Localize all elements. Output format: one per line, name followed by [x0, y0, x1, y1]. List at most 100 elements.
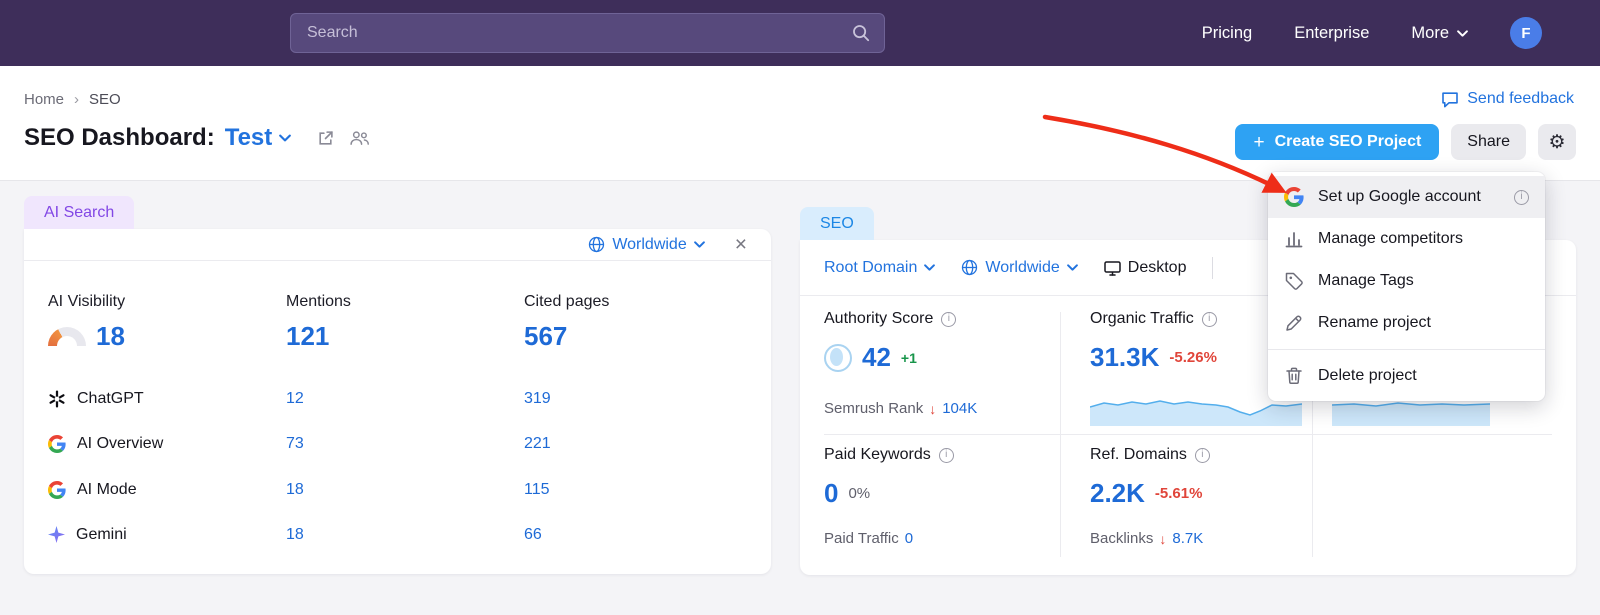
menu-item-rename-project[interactable]: Rename project — [1268, 302, 1545, 344]
ai-row-mentions[interactable]: 18 — [286, 512, 304, 557]
ai-visibility-value: 18 — [48, 321, 125, 352]
ai-row-mentions[interactable]: 73 — [286, 421, 304, 466]
create-seo-project-label: Create SEO Project — [1275, 133, 1422, 151]
create-seo-project-button[interactable]: + Create SEO Project — [1235, 124, 1439, 160]
chevron-down-icon — [279, 134, 291, 142]
search-icon[interactable] — [838, 14, 884, 52]
share-users-icon[interactable] — [349, 130, 370, 146]
menu-item-label: Manage competitors — [1318, 230, 1463, 248]
globe-icon — [961, 259, 978, 276]
title-icon-group — [317, 130, 370, 147]
paid-keywords-value: 0 0% — [824, 478, 870, 509]
ai-row-label-text: AI Overview — [77, 435, 163, 453]
share-button[interactable]: Share — [1451, 124, 1526, 160]
menu-item-manage-tags[interactable]: Manage Tags — [1268, 260, 1545, 302]
close-icon[interactable]: × — [735, 234, 747, 255]
paid-keywords-label: Paid Keywords i — [824, 446, 954, 464]
seo-region-selector[interactable]: Worldwide — [961, 259, 1077, 277]
tab-seo[interactable]: SEO — [800, 207, 874, 240]
ai-region-selector[interactable]: Worldwide — [588, 236, 704, 254]
ai-row-mentions[interactable]: 12 — [286, 376, 304, 421]
ref-domains-label: Ref. Domains i — [1090, 446, 1210, 464]
device-selector[interactable]: Desktop — [1104, 259, 1187, 277]
menu-item-manage-competitors[interactable]: Manage competitors — [1268, 218, 1545, 260]
google-icon — [48, 481, 66, 499]
scope-selector[interactable]: Root Domain — [824, 259, 935, 277]
info-icon[interactable]: i — [1195, 448, 1210, 463]
authority-score-value: 42 +1 — [824, 342, 917, 373]
page-header: Home › SEO Send feedback SEO Dashboard: … — [0, 66, 1600, 181]
avatar[interactable]: F — [1510, 17, 1542, 49]
project-name: Test — [225, 124, 273, 152]
ai-row-ai-overview: AI Overview 73 221 — [24, 421, 771, 466]
send-feedback-link[interactable]: Send feedback — [1441, 90, 1574, 108]
menu-item-delete-project[interactable]: Delete project — [1268, 355, 1545, 397]
chevron-down-icon — [694, 241, 705, 248]
gemini-icon — [48, 526, 65, 543]
ai-region-label: Worldwide — [612, 236, 686, 254]
breadcrumb-seo[interactable]: SEO — [89, 91, 121, 108]
col-header-cited-pages: Cited pages — [524, 293, 609, 311]
project-selector[interactable]: Test — [225, 124, 292, 152]
bar-chart-icon — [1284, 229, 1304, 249]
info-icon[interactable]: i — [1514, 190, 1529, 205]
pencil-icon — [1284, 313, 1304, 333]
title-row: SEO Dashboard: Test + Create SEO Project… — [24, 124, 1576, 164]
tag-icon — [1284, 271, 1304, 291]
info-icon[interactable]: i — [939, 448, 954, 463]
authority-score-label: Authority Score i — [824, 310, 956, 328]
search-input[interactable] — [291, 14, 838, 52]
ai-row-label-text: Gemini — [76, 526, 127, 544]
breadcrumb-separator-icon: › — [74, 91, 79, 108]
authority-delta: +1 — [901, 350, 917, 366]
menu-item-label: Rename project — [1318, 314, 1431, 332]
backlinks-value[interactable]: 8.7K — [1172, 530, 1203, 547]
cited-pages-total-value: 567 — [524, 321, 567, 352]
project-settings-menu: Set up Google account i Manage competito… — [1268, 172, 1545, 401]
gear-icon: ⚙ — [1548, 131, 1565, 154]
menu-divider — [1268, 349, 1545, 350]
ai-row-mentions[interactable]: 18 — [286, 467, 304, 512]
page-title-text: SEO Dashboard: — [24, 124, 215, 152]
desktop-icon — [1104, 260, 1121, 276]
semrush-rank-value[interactable]: 104K — [942, 400, 977, 417]
ai-row-cited[interactable]: 319 — [524, 376, 551, 421]
feedback-bubble-icon — [1441, 91, 1459, 108]
tab-ai-search[interactable]: AI Search — [24, 196, 134, 229]
authority-gauge-icon — [824, 344, 852, 372]
down-arrow-icon: ↓ — [929, 401, 936, 417]
info-icon[interactable]: i — [1202, 312, 1217, 327]
mentions-total-value: 121 — [286, 321, 329, 352]
settings-gear-button[interactable]: ⚙ — [1538, 124, 1576, 160]
semrush-rank: Semrush Rank ↓ 104K — [824, 400, 977, 417]
nav-more[interactable]: More — [1411, 24, 1468, 43]
header-actions: + Create SEO Project Share ⚙ — [1235, 124, 1576, 160]
menu-item-label: Delete project — [1318, 367, 1417, 385]
nav-pricing[interactable]: Pricing — [1202, 24, 1252, 43]
ai-row-label-text: ChatGPT — [77, 390, 144, 408]
open-in-new-icon[interactable] — [317, 130, 334, 147]
menu-item-setup-google-account[interactable]: Set up Google account i — [1268, 176, 1545, 218]
paid-delta: 0% — [848, 485, 870, 502]
breadcrumb-home[interactable]: Home — [24, 91, 64, 108]
menu-item-label: Set up Google account — [1318, 188, 1481, 206]
visibility-gauge-icon — [48, 327, 86, 346]
chatgpt-icon — [48, 390, 66, 408]
scope-label: Root Domain — [824, 259, 917, 277]
paid-traffic: Paid Traffic 0 — [824, 530, 913, 547]
ai-row-cited[interactable]: 221 — [524, 421, 551, 466]
nav-enterprise[interactable]: Enterprise — [1294, 24, 1369, 43]
col-header-ai-visibility: AI Visibility — [48, 293, 125, 311]
breadcrumb: Home › SEO — [24, 91, 121, 108]
ai-row-cited[interactable]: 115 — [524, 467, 550, 512]
controls-divider — [1212, 257, 1213, 279]
menu-item-label: Manage Tags — [1318, 272, 1414, 290]
global-search[interactable] — [290, 13, 885, 53]
google-icon — [48, 435, 66, 453]
ai-row-cited[interactable]: 66 — [524, 512, 542, 557]
paid-traffic-value[interactable]: 0 — [905, 530, 913, 547]
organic-traffic-label: Organic Traffic i — [1090, 310, 1217, 328]
info-icon[interactable]: i — [941, 312, 956, 327]
organic-traffic-value: 31.3K -5.26% — [1090, 342, 1217, 373]
send-feedback-label: Send feedback — [1467, 90, 1574, 108]
